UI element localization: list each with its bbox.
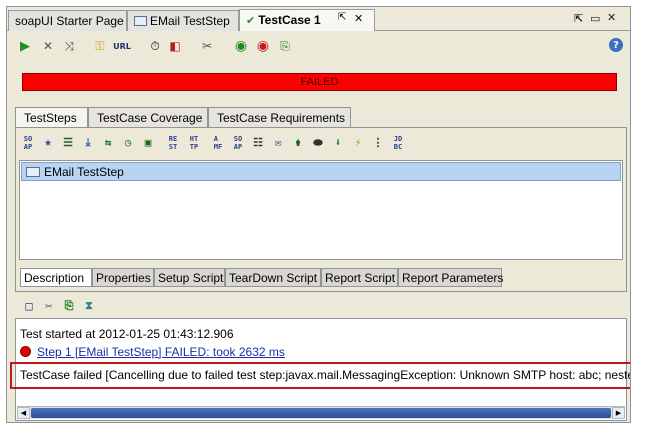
horizontal-scrollbar[interactable]: ◀ ▶: [17, 406, 625, 419]
tab-label: soapUI Starter Page: [15, 14, 124, 28]
endpoint-icon[interactable]: URL: [111, 38, 133, 54]
testcase-check-icon: ✔: [246, 14, 256, 27]
envelope-icon: [26, 167, 40, 177]
document-tab-strip: soapUI Starter Page EMail TestStep ✔ Test…: [7, 7, 630, 31]
teststep-list: EMail TestStep: [19, 160, 623, 260]
tab-testcase-coverage[interactable]: TestCase Coverage: [88, 107, 208, 127]
tab-setup-script[interactable]: Setup Script: [154, 268, 225, 287]
list-item[interactable]: EMail TestStep: [21, 162, 621, 181]
loop-icon[interactable]: ⤨: [61, 38, 77, 54]
close-tab-icon[interactable]: ✕: [354, 12, 363, 25]
teststep-label: EMail TestStep: [44, 165, 124, 179]
scroll-left-icon[interactable]: ◀: [17, 407, 30, 419]
options-icon[interactable]: ✂: [199, 38, 215, 54]
close-window-icon[interactable]: ✕: [607, 11, 616, 24]
failed-icon: [20, 346, 31, 357]
timer-icon[interactable]: ⏱: [147, 38, 163, 54]
transfer-icon[interactable]: ⇆: [100, 134, 116, 152]
teststeps-panel: SO AP ★ ☰ ⤓ ⇆ ◷ ▣ RE ST HT TP A MF SO AP ☷ ✉ …: [15, 127, 627, 292]
tools-icon[interactable]: ✂: [41, 297, 57, 315]
goto-icon[interactable]: ⚡: [350, 134, 366, 152]
status-bar: FAILED: [22, 73, 617, 91]
rest-request-icon[interactable]: RE ST: [165, 134, 181, 152]
url-label: URL: [113, 41, 131, 51]
clear-log-icon[interactable]: □: [21, 297, 37, 315]
create-icon[interactable]: ⎘: [277, 38, 293, 54]
restore-icon[interactable]: ⇱: [574, 12, 583, 25]
jdbc-request-icon[interactable]: JD BC: [390, 134, 406, 152]
star-icon[interactable]: ★: [40, 134, 56, 152]
envelope-icon: [134, 16, 147, 26]
log-started: Test started at 2012-01-25 01:43:12.906: [20, 327, 234, 341]
run-testcase-icon[interactable]: ⋮: [370, 134, 386, 152]
test-log-panel: □ ✂ ⎘ ⧗ Test started at 2012-01-25 01:43…: [10, 294, 630, 421]
testcase-toolbar: ▶ ✕ ⤨ ⚿ URL ⏱ ◧ ✂ ◉ ◉ ⎘ ?: [7, 32, 630, 60]
credentials-icon[interactable]: ⚿: [92, 38, 108, 54]
scroll-right-icon[interactable]: ▶: [612, 407, 625, 419]
list-icon[interactable]: ☰: [60, 134, 76, 152]
tab-report-parameters[interactable]: Report Parameters: [398, 268, 503, 287]
help-icon[interactable]: ?: [609, 38, 623, 52]
tab-label: EMail TestStep: [150, 14, 230, 28]
soap-request-icon[interactable]: SO AP: [20, 134, 36, 152]
http-request-icon[interactable]: HT TP: [186, 134, 202, 152]
security-icon[interactable]: ◧: [167, 38, 183, 54]
mail-icon[interactable]: ✉: [270, 134, 286, 152]
testcase-window: soapUI Starter Page EMail TestStep ✔ Test…: [6, 6, 631, 423]
log-step-failed[interactable]: Step 1 [EMail TestStep] FAILED: took 263…: [20, 345, 285, 359]
tab-testcase-requirements[interactable]: TestCase Requirements: [208, 107, 351, 127]
loadtest-icon[interactable]: ◉: [233, 38, 249, 54]
run-icon[interactable]: ▶: [17, 38, 33, 54]
pin-icon[interactable]: ⇱: [338, 12, 346, 23]
properties-icon[interactable]: ☷: [250, 134, 266, 152]
tab-email-teststep[interactable]: EMail TestStep: [127, 10, 239, 31]
scrollbar-thumb[interactable]: [31, 408, 611, 418]
hourglass-icon[interactable]: ⧗: [81, 297, 97, 315]
step-result-link[interactable]: Step 1 [EMail TestStep] FAILED: took 263…: [37, 345, 285, 359]
tab-teststeps[interactable]: TestSteps: [15, 107, 88, 128]
run-step-icon[interactable]: ▣: [140, 134, 156, 152]
test-log: Test started at 2012-01-25 01:43:12.906 …: [10, 318, 630, 421]
delay-icon[interactable]: ◷: [120, 134, 136, 152]
cancel-icon[interactable]: ✕: [40, 38, 56, 54]
tab-properties[interactable]: Properties: [92, 268, 154, 287]
tab-soapui-starter-page[interactable]: soapUI Starter Page: [8, 10, 127, 31]
tab-teardown-script[interactable]: TearDown Script: [225, 268, 321, 287]
amf-request-icon[interactable]: A MF: [210, 134, 226, 152]
minimize-icon[interactable]: ▭: [590, 12, 600, 25]
securitytest-icon[interactable]: ◉: [255, 38, 271, 54]
groovy-icon[interactable]: ⚱: [290, 134, 306, 152]
tab-testcase-1[interactable]: ✔ TestCase 1 ⇱ ✕: [239, 9, 375, 31]
assertion-icon[interactable]: ⬬: [310, 134, 326, 152]
tab-report-script[interactable]: Report Script: [321, 268, 398, 287]
tab-label: TestCase 1: [258, 13, 321, 27]
mock-response-icon[interactable]: SO AP: [230, 134, 246, 152]
download-icon[interactable]: ⤓: [80, 134, 96, 152]
conditional-icon[interactable]: ⬇: [330, 134, 346, 152]
error-highlight-box: [10, 362, 630, 389]
export-icon[interactable]: ⎘: [61, 297, 77, 315]
tab-description[interactable]: Description: [20, 268, 92, 287]
